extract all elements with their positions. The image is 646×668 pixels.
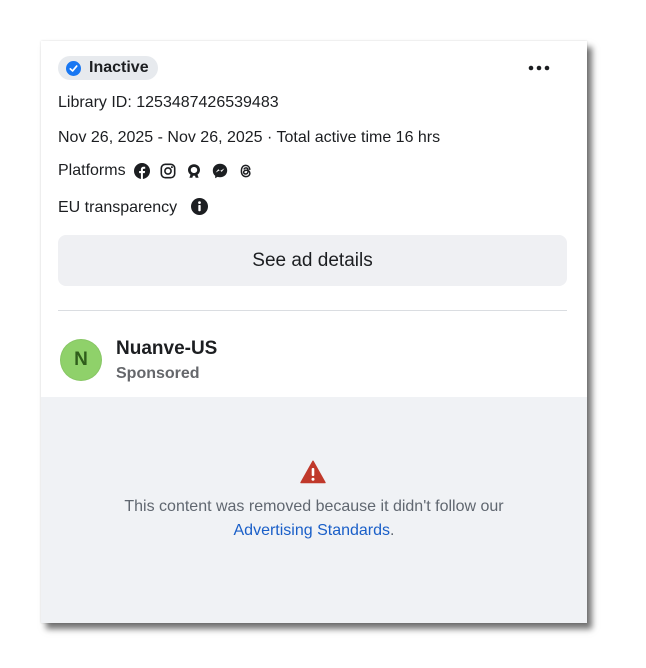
ad-card: Inactive Library ID: 1253487426539483 No… xyxy=(41,41,587,623)
more-options-button[interactable] xyxy=(526,58,552,78)
platforms-row: Platforms xyxy=(58,162,254,180)
library-id: Library ID: 1253487426539483 xyxy=(58,94,279,111)
platforms-label: Platforms xyxy=(58,162,126,179)
eu-transparency-row: EU transparency xyxy=(58,198,208,217)
avatar[interactable]: N xyxy=(60,339,102,381)
advertiser-name[interactable]: Nuanve-US xyxy=(116,338,217,360)
instagram-icon xyxy=(160,163,176,179)
threads-icon xyxy=(240,164,251,178)
removed-text-suffix: . xyxy=(390,522,395,539)
more-horizontal-icon xyxy=(528,65,550,71)
removed-content-notice: This content was removed because it didn… xyxy=(41,397,587,623)
info-icon[interactable] xyxy=(190,198,208,215)
messenger-icon xyxy=(212,163,227,179)
platform-icons xyxy=(133,163,254,179)
see-ad-details-button[interactable]: See ad details xyxy=(58,235,567,286)
check-badge-icon xyxy=(66,60,81,76)
warning-icon xyxy=(300,460,326,484)
advertising-standards-link[interactable]: Advertising Standards xyxy=(234,522,391,539)
removed-message: This content was removed because it didn… xyxy=(101,495,527,543)
audience-network-icon xyxy=(187,164,200,178)
removed-text-prefix: This content was removed because it didn… xyxy=(124,498,504,515)
facebook-icon xyxy=(133,163,150,179)
status-badge: Inactive xyxy=(58,56,158,80)
status-label: Inactive xyxy=(89,59,149,76)
divider xyxy=(58,310,567,311)
eu-transparency-label: EU transparency xyxy=(58,199,178,216)
sponsored-label: Sponsored xyxy=(116,365,200,382)
date-range: Nov 26, 2025 - Nov 26, 2025 · Total acti… xyxy=(58,129,441,146)
